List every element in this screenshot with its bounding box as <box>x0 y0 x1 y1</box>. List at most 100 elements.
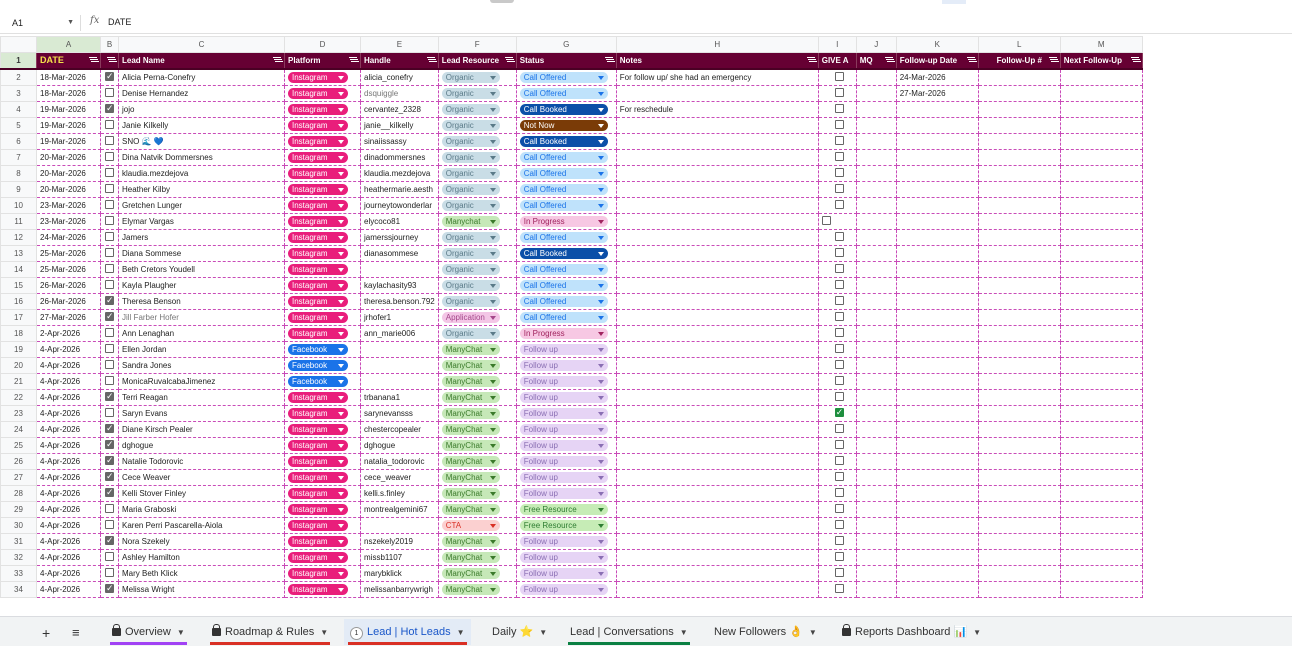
mq-cell[interactable] <box>856 197 897 214</box>
give-cell[interactable] <box>818 549 857 566</box>
status-dropdown[interactable]: In Progress <box>519 328 608 340</box>
lead-resource-dropdown[interactable]: ManyChat <box>441 376 500 388</box>
give-cell[interactable] <box>818 245 857 262</box>
row-header[interactable]: 2 <box>0 68 37 86</box>
select-all-corner[interactable] <box>0 36 37 53</box>
header-notes[interactable]: Notes <box>616 52 819 70</box>
platform-cell[interactable]: Instagram <box>284 389 361 406</box>
row-header[interactable]: 30 <box>0 517 37 534</box>
row-header[interactable]: 24 <box>0 421 37 438</box>
next-followup-cell[interactable] <box>1060 469 1143 486</box>
lead-resource-dropdown[interactable]: ManyChat <box>441 392 500 404</box>
status-cell[interactable]: Call Offered <box>516 277 617 294</box>
status-cell[interactable]: Call Offered <box>516 197 617 214</box>
platform-dropdown[interactable]: Instagram <box>288 136 348 148</box>
column-header-m[interactable]: M <box>1059 36 1143 53</box>
mq-cell[interactable] <box>856 165 897 182</box>
column-header-k[interactable]: K <box>895 36 979 53</box>
give-checkbox[interactable] <box>834 568 844 578</box>
handle-cell[interactable]: natalia_todorovic <box>360 453 439 470</box>
followup-num-cell[interactable] <box>978 565 1061 582</box>
followup-num-cell[interactable] <box>978 421 1061 438</box>
lead-resource-dropdown[interactable]: ManyChat <box>441 584 500 596</box>
lead-resource-cell[interactable]: Organic <box>438 101 517 118</box>
platform-dropdown[interactable]: Instagram <box>288 104 348 116</box>
give-checkbox[interactable] <box>834 104 844 114</box>
checkbox-cell[interactable] <box>100 501 119 518</box>
checkbox-cell[interactable] <box>100 485 119 502</box>
status-cell[interactable]: Call Offered <box>516 165 617 182</box>
checkbox-cell[interactable] <box>100 293 119 310</box>
mq-cell[interactable] <box>856 133 897 150</box>
followup-num-cell[interactable] <box>978 373 1061 390</box>
lead-resource-dropdown[interactable]: Organic <box>441 280 500 292</box>
checkbox-cell[interactable] <box>100 581 119 598</box>
platform-dropdown[interactable]: Instagram <box>288 584 348 596</box>
handle-cell[interactable]: trbanana1 <box>360 389 439 406</box>
column-header-e[interactable]: E <box>360 36 439 53</box>
next-followup-cell[interactable] <box>1060 437 1143 454</box>
tab-daily[interactable]: Daily ⭐ ▼ <box>486 619 553 645</box>
chevron-down-icon[interactable]: ▼ <box>67 15 74 31</box>
give-checkbox[interactable] <box>834 328 844 338</box>
lead-resource-cell[interactable]: Organic <box>438 165 517 182</box>
lead-resource-dropdown[interactable]: ManyChat <box>441 488 500 500</box>
mq-cell[interactable] <box>856 549 897 566</box>
followup-date-cell[interactable] <box>896 165 979 182</box>
lead-resource-cell[interactable]: Organic <box>438 181 517 198</box>
next-followup-cell[interactable] <box>1060 85 1143 102</box>
lead-resource-dropdown[interactable]: Organic <box>441 152 500 164</box>
chevron-down-icon[interactable]: ▼ <box>809 628 817 637</box>
notes-cell[interactable] <box>616 213 819 230</box>
platform-dropdown[interactable]: Instagram <box>288 280 348 292</box>
mq-cell[interactable] <box>856 405 897 422</box>
give-cell[interactable] <box>818 293 857 310</box>
lead-resource-dropdown[interactable]: ManyChat <box>441 504 500 516</box>
lead-resource-cell[interactable]: ManyChat <box>438 581 517 598</box>
checkbox[interactable] <box>105 328 114 338</box>
row-header[interactable]: 9 <box>0 181 37 198</box>
notes-cell[interactable] <box>616 501 819 518</box>
checkbox-cell[interactable] <box>100 117 119 134</box>
platform-cell[interactable]: Instagram <box>284 293 361 310</box>
lead-resource-cell[interactable]: Organic <box>438 149 517 166</box>
platform-dropdown[interactable]: Facebook <box>288 344 348 356</box>
lead-name-cell[interactable]: Ashley Hamilton <box>118 549 285 566</box>
column-header-j[interactable]: J <box>855 36 897 53</box>
date-cell[interactable]: 18-Mar-2026 <box>36 85 101 102</box>
give-cell[interactable] <box>818 501 857 518</box>
handle-cell[interactable]: kaylachasity93 <box>360 277 439 294</box>
mq-cell[interactable] <box>856 117 897 134</box>
handle-cell[interactable] <box>360 357 439 374</box>
filter-icon[interactable] <box>504 56 513 64</box>
platform-cell[interactable]: Instagram <box>284 325 361 342</box>
date-cell[interactable]: 18-Mar-2026 <box>36 69 101 86</box>
header-lead-resource[interactable]: Lead Resource <box>438 52 517 70</box>
checkbox[interactable] <box>105 102 114 116</box>
status-cell[interactable]: Call Booked <box>516 101 617 118</box>
checkbox-cell[interactable] <box>100 181 119 198</box>
date-cell[interactable]: 23-Mar-2026 <box>36 197 101 214</box>
notes-cell[interactable] <box>616 421 819 438</box>
platform-dropdown[interactable]: Instagram <box>288 536 348 548</box>
followup-date-cell[interactable] <box>896 405 979 422</box>
platform-dropdown[interactable]: Instagram <box>288 328 348 340</box>
status-cell[interactable]: Follow up <box>516 485 617 502</box>
checkbox-cell[interactable] <box>100 261 119 278</box>
notes-cell[interactable] <box>616 245 819 262</box>
give-checkbox[interactable] <box>834 248 844 258</box>
date-cell[interactable]: 4-Apr-2026 <box>36 485 101 502</box>
give-checkbox[interactable] <box>834 536 844 546</box>
status-dropdown[interactable]: Follow up <box>519 376 608 388</box>
checkbox[interactable] <box>105 232 114 242</box>
status-dropdown[interactable]: Free Resource <box>519 520 608 532</box>
followup-date-cell[interactable] <box>896 533 979 550</box>
checkbox[interactable] <box>105 294 114 308</box>
filter-icon[interactable] <box>426 56 435 64</box>
checkbox[interactable] <box>105 520 114 530</box>
status-cell[interactable]: Call Booked <box>516 133 617 150</box>
status-cell[interactable]: Follow up <box>516 581 617 598</box>
followup-num-cell[interactable] <box>978 165 1061 182</box>
next-followup-cell[interactable] <box>1060 245 1143 262</box>
chevron-down-icon[interactable]: ▼ <box>320 628 328 637</box>
